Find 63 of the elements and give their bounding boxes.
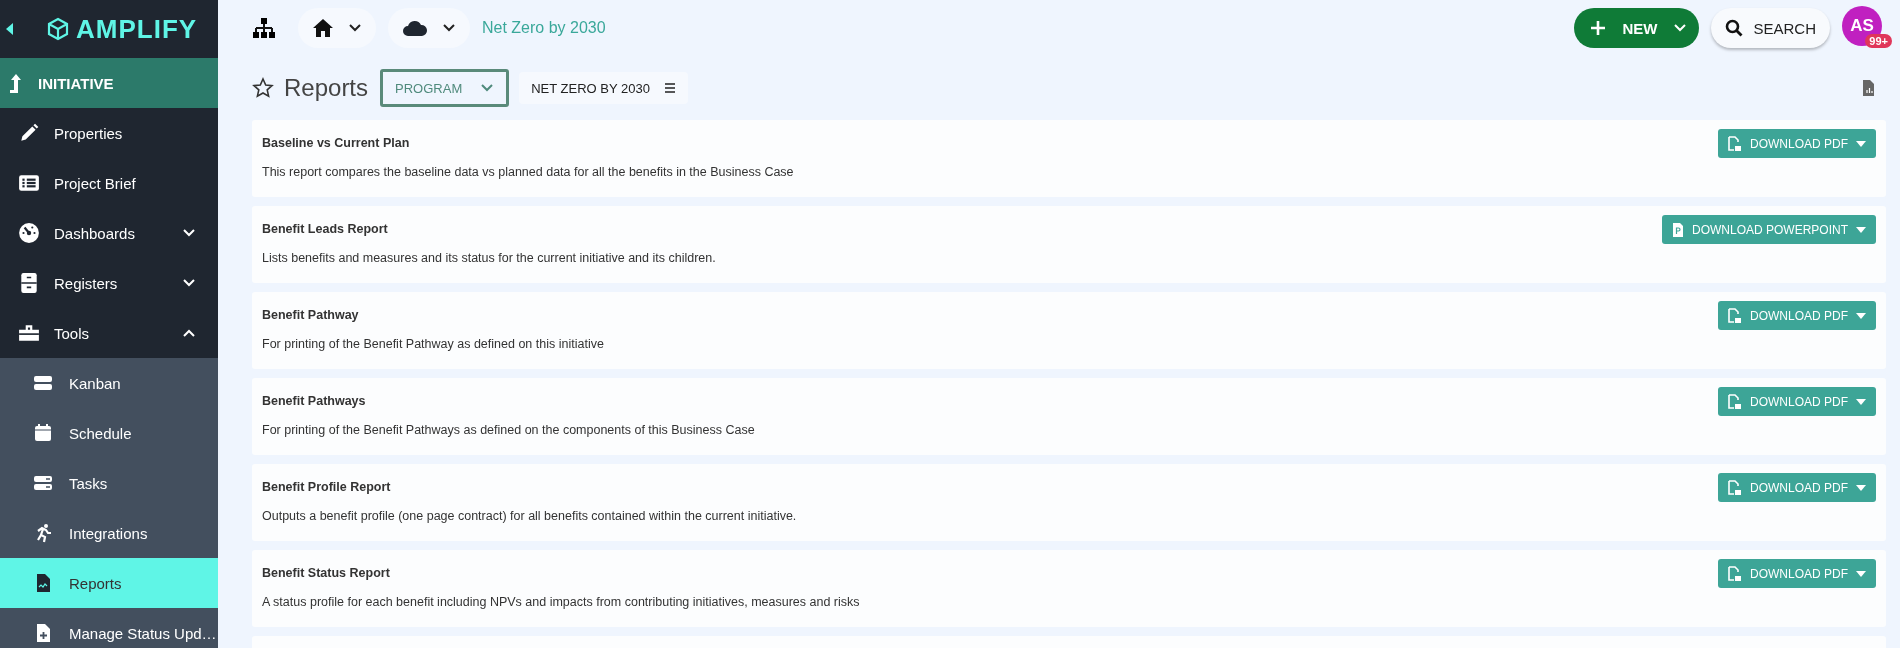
report-description: A status profile for each benefit including NPVs and impacts from contributing initiatives, measures and risks — [262, 595, 860, 609]
report-description: Lists benefits and measures and its status for the current initiative and its children. — [262, 251, 716, 265]
cloud-icon — [402, 19, 428, 37]
notification-badge: 99+ — [1865, 34, 1892, 48]
calendar-icon — [33, 423, 53, 443]
pdf-file-icon — [1728, 307, 1742, 324]
nav-item[interactable]: Project Brief — [0, 158, 218, 208]
document-icon — [1672, 222, 1684, 237]
caret-down-icon — [1856, 140, 1866, 147]
context-chip[interactable]: NET ZERO BY 2030 — [519, 72, 688, 104]
plus-icon — [1590, 20, 1607, 36]
pdf-file-icon — [1728, 393, 1742, 410]
pencil-icon — [18, 122, 40, 144]
sitemap-icon — [252, 17, 276, 39]
toolbox-icon — [18, 322, 40, 344]
nav-subitem[interactable]: Manage Status Upd… — [0, 608, 218, 648]
caret-down-icon — [1856, 484, 1866, 491]
report-description: For printing of the Benefit Pathways as defined on the components of this Business Case — [262, 423, 755, 437]
collapse-arrow-icon — [6, 23, 14, 35]
nav-subitem[interactable]: Schedule — [0, 408, 218, 458]
pdf-file-icon — [1728, 479, 1742, 496]
nav-subitem[interactable]: Reports — [0, 558, 218, 608]
report-title: Benefit Pathways — [262, 394, 367, 408]
report-description: Outputs a benefit profile (one page contract) for all benefits contained within the current initiative. — [262, 509, 797, 523]
search-button[interactable]: SEARCH — [1711, 8, 1830, 48]
report-title: Benefit Status Report — [262, 566, 391, 580]
cloud-dropdown[interactable] — [388, 8, 470, 48]
section-header: INITIATIVE — [0, 58, 218, 108]
report-title: Benefit Pathway — [262, 308, 360, 322]
caret-down-icon — [1856, 226, 1866, 233]
report-title: Baseline vs Current Plan — [262, 136, 411, 150]
nav-item[interactable]: Dashboards — [0, 208, 218, 258]
caret-down-icon — [1856, 570, 1866, 577]
caret-down-icon — [1856, 312, 1866, 319]
scope-dropdown[interactable]: PROGRAM — [380, 69, 510, 107]
nav-item[interactable]: Properties — [0, 108, 218, 158]
report-description: For printing of the Benefit Pathway as defined on this initiative — [262, 337, 604, 351]
nav-item[interactable]: Registers — [0, 258, 218, 308]
report-title: Benefit Profile Report — [262, 480, 392, 494]
home-icon — [312, 18, 334, 38]
home-dropdown[interactable] — [298, 8, 376, 48]
new-button[interactable]: NEW — [1574, 8, 1700, 48]
nav-subitem[interactable]: Kanban — [0, 358, 218, 408]
caret-down-icon — [1856, 398, 1866, 405]
cabinet-icon — [18, 272, 40, 294]
star-icon — [252, 77, 274, 99]
report-description: This report compares the baseline data vs planned data for all the benefits in the Business Case — [262, 165, 794, 179]
pdf-file-icon — [1728, 565, 1742, 582]
search-icon — [1725, 19, 1744, 37]
file-chart-icon — [1862, 80, 1874, 96]
app-logo: AMPLIFY — [76, 13, 198, 45]
report-title: Benefit Leads Report — [262, 222, 389, 236]
list-icon — [18, 172, 40, 194]
nav-subitem[interactable]: Tasks — [0, 458, 218, 508]
nav-subitem[interactable]: Integrations — [0, 508, 218, 558]
page-title: Reports — [284, 74, 369, 102]
cube-icon — [46, 17, 70, 41]
menu-icon — [663, 83, 676, 93]
pdf-file-icon — [1728, 135, 1742, 152]
nav-item[interactable]: Tools — [0, 308, 218, 358]
server-icon — [33, 373, 53, 393]
gauge-icon — [18, 222, 40, 244]
server-icon — [33, 473, 53, 493]
